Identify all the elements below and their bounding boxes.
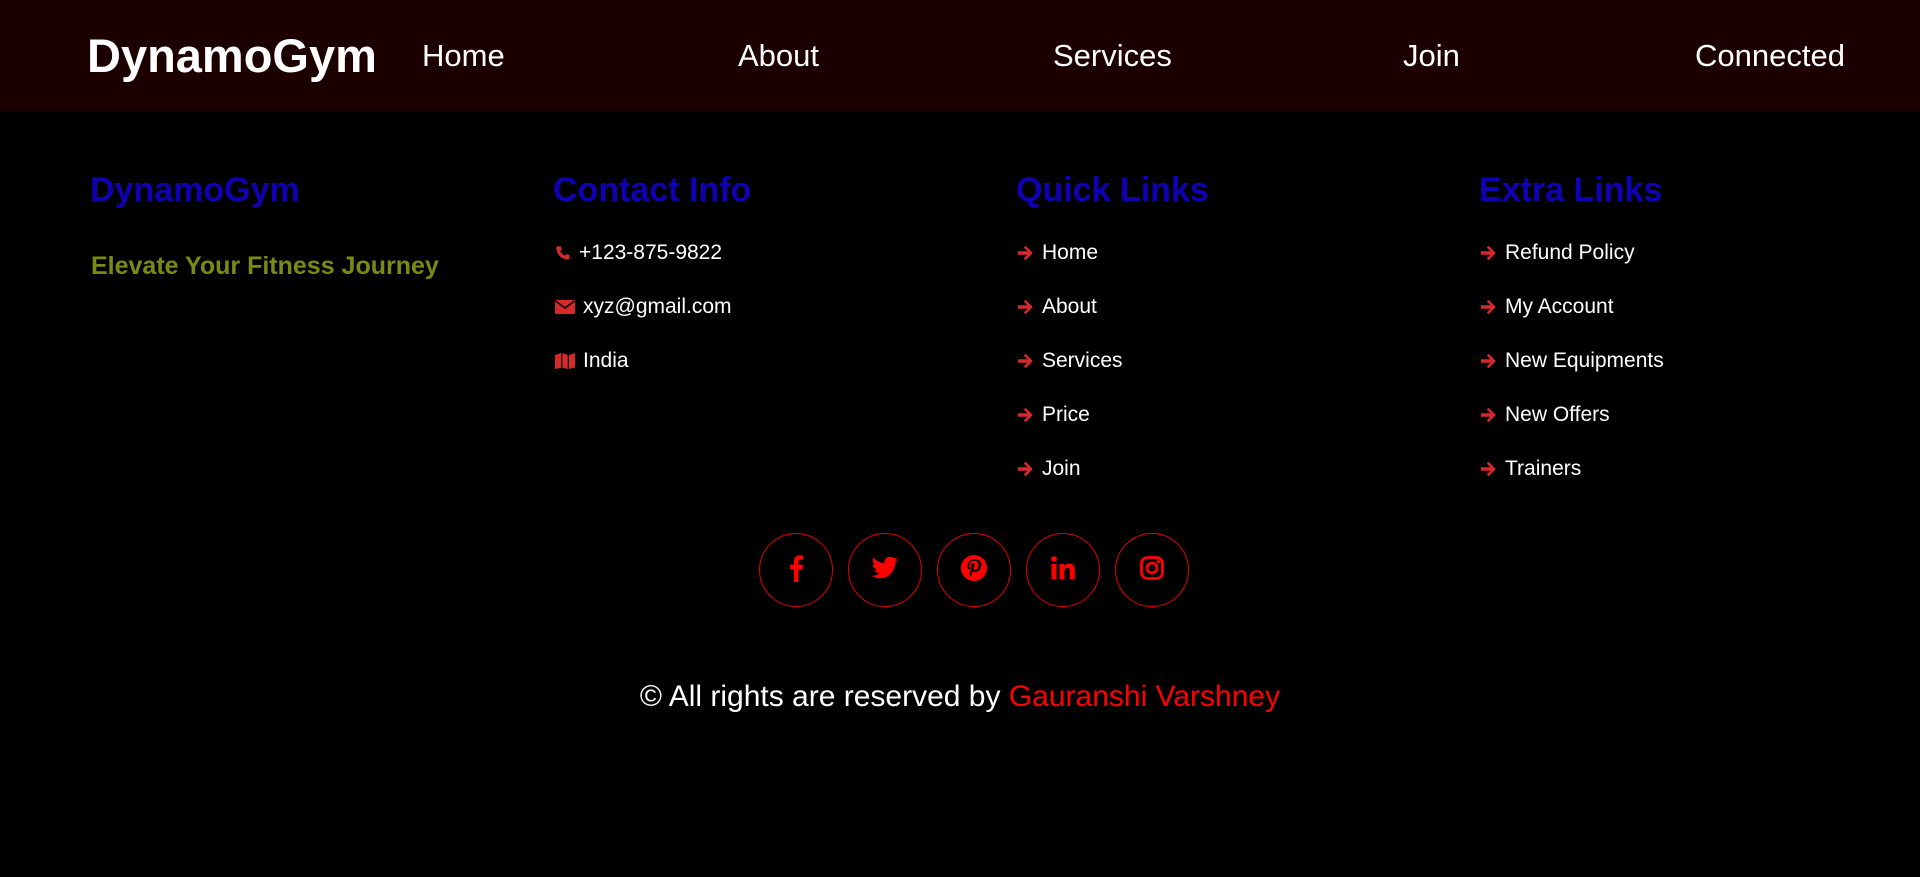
quick-link-join[interactable]: Join: [1016, 454, 1081, 484]
extra-link-refund-policy[interactable]: Refund Policy: [1479, 238, 1635, 268]
phone-icon: [553, 243, 573, 263]
extra-links-heading: Extra Links: [1479, 171, 1663, 209]
linkedin-icon: [1050, 555, 1076, 586]
contact-location[interactable]: India: [553, 346, 629, 376]
pinterest-icon: [960, 554, 988, 587]
navbar: DynamoGym Home About Services Join Conne…: [0, 0, 1920, 111]
nav-link-join[interactable]: Join: [1403, 37, 1460, 75]
contact-phone-text: +123-875-9822: [579, 241, 723, 264]
quick-links-heading: Quick Links: [1016, 171, 1209, 209]
nav-link-services[interactable]: Services: [1053, 37, 1172, 75]
map-icon: [553, 351, 577, 371]
arrow-right-icon: [1479, 405, 1499, 425]
facebook-button[interactable]: [759, 533, 833, 607]
extra-link-label: New Offers: [1505, 403, 1610, 426]
envelope-icon: [553, 297, 577, 317]
extra-link-label: New Equipments: [1505, 349, 1664, 372]
instagram-button[interactable]: [1115, 533, 1189, 607]
arrow-right-icon: [1479, 351, 1499, 371]
quick-link-label: Price: [1042, 403, 1090, 426]
instagram-icon: [1139, 555, 1165, 586]
arrow-right-icon: [1016, 405, 1036, 425]
arrow-right-icon: [1016, 243, 1036, 263]
extra-link-label: Refund Policy: [1505, 241, 1635, 264]
arrow-right-icon: [1479, 297, 1499, 317]
copyright-text: © All rights are reserved by Gauranshi V…: [0, 678, 1920, 716]
linkedin-button[interactable]: [1026, 533, 1100, 607]
pinterest-button[interactable]: [937, 533, 1011, 607]
footer-tagline: Elevate Your Fitness Journey: [91, 252, 439, 280]
extra-link-label: My Account: [1505, 295, 1614, 318]
footer-brand-title: DynamoGym: [90, 171, 300, 209]
copyright-author[interactable]: Gauranshi Varshney: [1009, 680, 1280, 713]
copyright-prefix: © All rights are reserved by: [639, 680, 1009, 713]
nav-link-about[interactable]: About: [738, 37, 819, 75]
contact-email-text: xyz@gmail.com: [583, 295, 732, 318]
contact-info-heading: Contact Info: [553, 171, 752, 209]
arrow-right-icon: [1016, 297, 1036, 317]
arrow-right-icon: [1016, 459, 1036, 479]
extra-link-new-equipments[interactable]: New Equipments: [1479, 346, 1664, 376]
quick-link-home[interactable]: Home: [1016, 238, 1098, 268]
extra-link-label: Trainers: [1505, 457, 1582, 480]
facebook-icon: [788, 554, 804, 587]
quick-link-label: Home: [1042, 241, 1099, 264]
site-logo[interactable]: DynamoGym: [87, 28, 377, 84]
quick-link-label: Services: [1042, 349, 1123, 372]
nav-link-home[interactable]: Home: [422, 37, 505, 75]
quick-link-price[interactable]: Price: [1016, 400, 1090, 430]
contact-phone[interactable]: +123-875-9822: [553, 238, 722, 268]
quick-link-label: About: [1042, 295, 1097, 318]
quick-link-services[interactable]: Services: [1016, 346, 1123, 376]
quick-link-label: Join: [1042, 457, 1081, 480]
twitter-icon: [871, 556, 899, 585]
nav-link-connected[interactable]: Connected: [1695, 37, 1845, 75]
contact-location-text: India: [583, 349, 629, 372]
extra-link-new-offers[interactable]: New Offers: [1479, 400, 1610, 430]
extra-link-trainers[interactable]: Trainers: [1479, 454, 1581, 484]
arrow-right-icon: [1479, 459, 1499, 479]
arrow-right-icon: [1479, 243, 1499, 263]
contact-email[interactable]: xyz@gmail.com: [553, 292, 732, 322]
extra-link-my-account[interactable]: My Account: [1479, 292, 1614, 322]
twitter-button[interactable]: [848, 533, 922, 607]
arrow-right-icon: [1016, 351, 1036, 371]
quick-link-about[interactable]: About: [1016, 292, 1097, 322]
